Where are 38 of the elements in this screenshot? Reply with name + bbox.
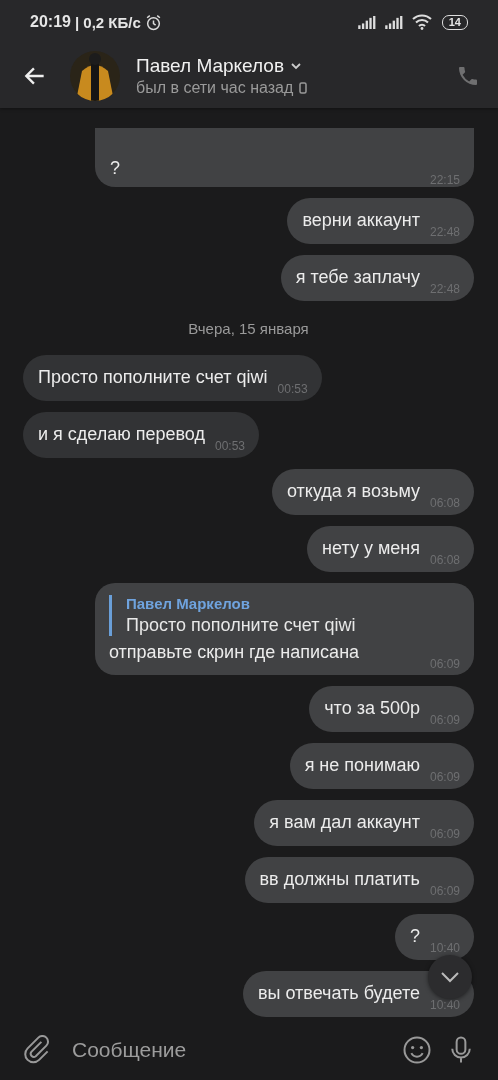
message-text: что за 500р [324,697,420,720]
chevron-down-icon[interactable] [290,62,302,70]
contact-name[interactable]: Павел Маркелов [136,55,284,77]
reply-author: Павел Маркелов [126,595,251,612]
message-input[interactable]: Сообщение [66,1038,388,1062]
reply-text: Просто пополните счет qiwi [126,615,357,636]
signal-icon [384,15,404,29]
alarm-icon [144,13,162,31]
message-text: нету у меня [322,537,420,560]
message-time: 00:53 [277,381,308,396]
avatar[interactable] [70,51,120,101]
emoji-icon[interactable] [402,1035,432,1065]
message-text: я вам дал аккаунт [269,811,420,834]
signal-icon [357,15,377,29]
message-text: верни аккаунт [302,209,420,232]
message-text: ? [110,158,120,180]
message-text: я тебе заплачу [295,266,420,289]
message-text: вы отвечать будете [257,982,420,1005]
message-text: вв должны платить [259,868,420,891]
message-bubble[interactable]: Просто пополните счет qiwi 00:53 [23,355,322,401]
mobile-phone-icon [299,82,308,94]
last-seen-status: был в сети час назад [136,79,294,97]
message-text: я не понимаю [304,754,420,777]
call-button[interactable] [456,64,480,88]
message-time: 00:53 [215,438,246,453]
message-text: отправьте скрин где написана [109,642,360,664]
clock-time: 20:19 [30,13,71,31]
date-separator: Вчера, 15 января [188,319,309,339]
message-text: ? [409,925,420,948]
paperclip-icon[interactable] [22,1035,52,1065]
message-text: Просто пополните счет qiwi [38,366,268,389]
battery-icon: 14 [441,14,468,30]
message-text: откуда я возьму [287,480,420,503]
wifi-icon [411,14,432,30]
message-text: и я сделаю перевод [38,423,205,446]
chevron-down-icon[interactable] [440,971,460,983]
network-speed: | 0,2 КБ/с [74,13,141,31]
message-bubble[interactable]: и я сделаю перевод 00:53 [23,412,260,458]
